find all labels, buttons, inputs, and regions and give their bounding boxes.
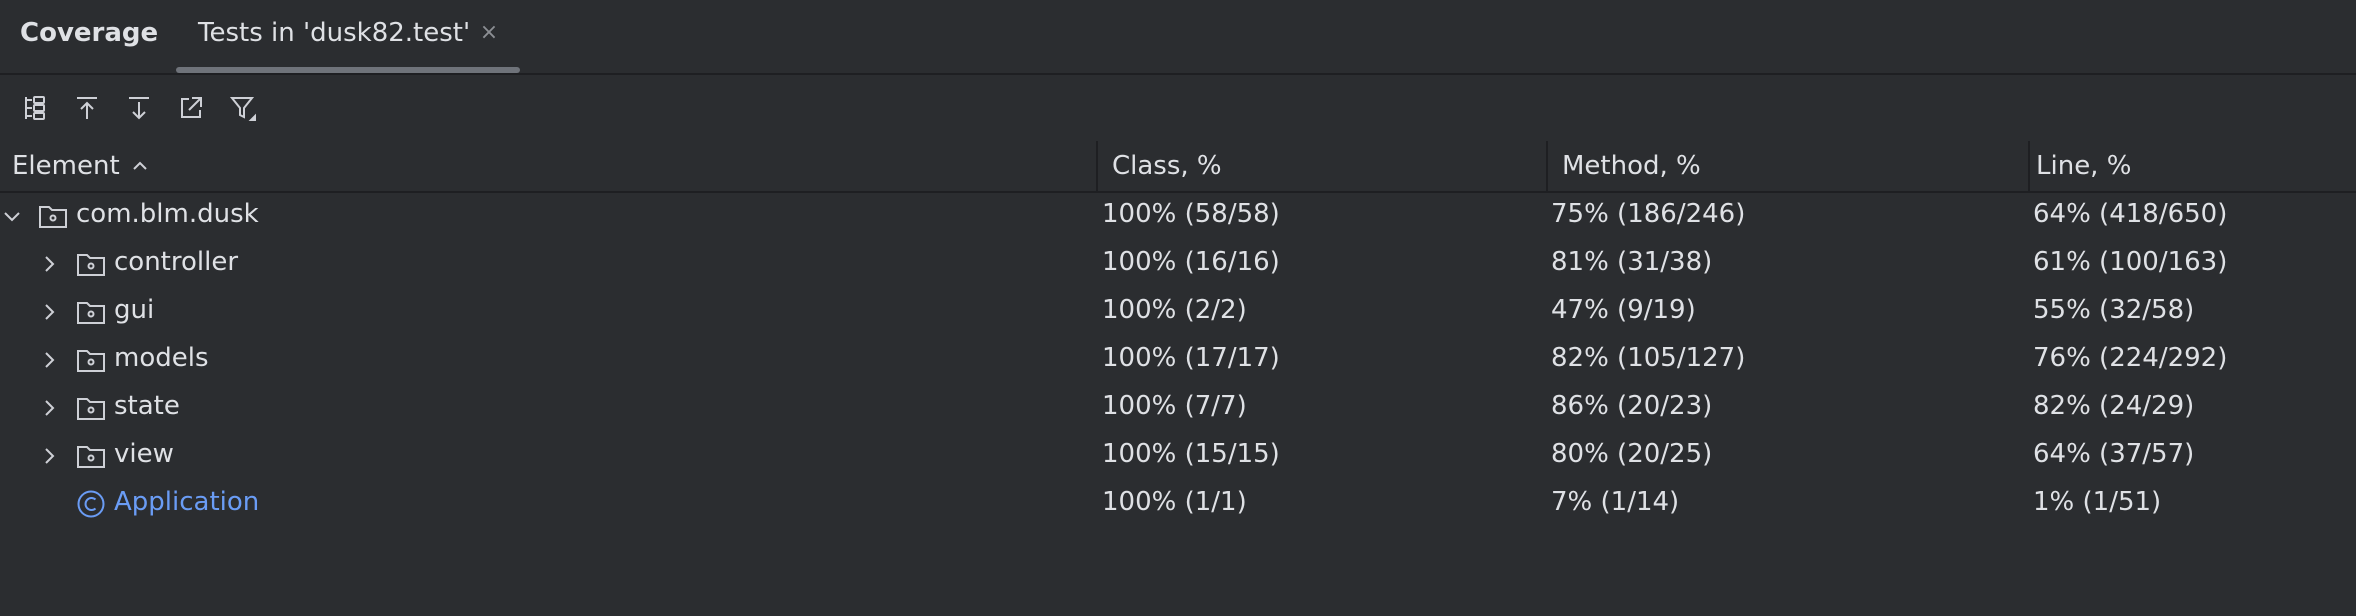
class-coverage: 100% (1/1) — [1102, 487, 1247, 517]
table-row[interactable]: Application 100% (1/1) 7% (1/14) 1% (1/5… — [0, 480, 2356, 528]
package-folder-icon — [77, 350, 105, 372]
chevron-right-icon[interactable] — [37, 348, 61, 372]
element-name: models — [114, 343, 209, 373]
table-row[interactable]: controller 100% (16/16) 81% (31/38) 61% … — [0, 240, 2356, 288]
table-row[interactable]: view 100% (15/15) 80% (20/25) 64% (37/57… — [0, 432, 2356, 480]
table-row[interactable]: gui 100% (2/2) 47% (9/19) 55% (32/58) — [0, 288, 2356, 336]
package-folder-icon — [77, 302, 105, 324]
chevron-right-icon[interactable] — [37, 252, 61, 276]
column-header-label: Line, % — [2036, 151, 2132, 181]
coverage-toolbar — [0, 75, 2356, 141]
element-name: com.blm.dusk — [76, 199, 259, 229]
class-coverage: 100% (7/7) — [1102, 391, 1247, 421]
navigate-up-button[interactable] — [70, 91, 104, 125]
method-coverage: 47% (9/19) — [1551, 295, 1696, 325]
navigate-down-icon — [129, 97, 149, 120]
column-divider[interactable] — [1096, 141, 1098, 191]
element-name: state — [114, 391, 180, 421]
method-coverage: 7% (1/14) — [1551, 487, 1680, 517]
table-row[interactable]: com.blm.dusk 100% (58/58) 75% (186/246) … — [0, 192, 2356, 240]
column-divider[interactable] — [2028, 141, 2030, 191]
filter-icon — [229, 97, 256, 121]
tool-window-title[interactable]: Coverage — [20, 18, 158, 48]
line-coverage: 64% (37/57) — [2033, 439, 2195, 469]
column-header-line[interactable]: Line, % — [2036, 141, 2131, 191]
line-coverage: 64% (418/650) — [2033, 199, 2228, 229]
element-name: view — [114, 439, 174, 469]
tool-window-tabbar: Coverage Tests in 'dusk82.test' × — [0, 0, 2356, 75]
line-coverage: 1% (1/51) — [2033, 487, 2162, 517]
element-name-link[interactable]: Application — [114, 487, 259, 517]
method-coverage: 75% (186/246) — [1551, 199, 1746, 229]
table-row[interactable]: models 100% (17/17) 82% (105/127) 76% (2… — [0, 336, 2356, 384]
table-header: Element Class, % Method, % Line, % — [0, 141, 2356, 193]
sort-ascending-icon — [132, 161, 147, 170]
open-external-icon — [181, 97, 202, 118]
column-header-class[interactable]: Class, % — [1112, 141, 1222, 191]
flatten-packages-button[interactable] — [18, 91, 52, 125]
line-coverage: 55% (32/58) — [2033, 295, 2195, 325]
class-coverage: 100% (16/16) — [1102, 247, 1280, 277]
class-coverage: 100% (15/15) — [1102, 439, 1280, 469]
method-coverage: 80% (20/25) — [1551, 439, 1713, 469]
element-name: gui — [114, 295, 155, 325]
column-header-label: Class, % — [1112, 151, 1222, 181]
method-coverage: 81% (31/38) — [1551, 247, 1713, 277]
column-header-method[interactable]: Method, % — [1562, 141, 1701, 191]
active-tab-indicator — [176, 67, 520, 73]
class-coverage: 100% (17/17) — [1102, 343, 1280, 373]
column-header-element[interactable]: Element — [12, 141, 150, 191]
class-coverage: 100% (2/2) — [1102, 295, 1247, 325]
package-folder-icon — [39, 206, 67, 228]
coverage-tree-table: com.blm.dusk 100% (58/58) 75% (186/246) … — [0, 192, 2356, 528]
chevron-right-icon[interactable] — [37, 300, 61, 324]
open-external-button[interactable] — [174, 91, 208, 125]
navigate-up-icon — [77, 97, 97, 119]
column-header-label: Element — [12, 151, 120, 181]
line-coverage: 61% (100/163) — [2033, 247, 2228, 277]
tab-tests[interactable]: Tests in 'dusk82.test' × — [176, 0, 520, 73]
table-row[interactable]: state 100% (7/7) 86% (20/23) 82% (24/29) — [0, 384, 2356, 432]
tab-label: Tests in 'dusk82.test' — [198, 18, 471, 48]
method-coverage: 82% (105/127) — [1551, 343, 1746, 373]
filter-button[interactable] — [226, 91, 260, 125]
package-folder-icon — [77, 254, 105, 276]
package-folder-icon — [77, 398, 105, 420]
chevron-right-icon[interactable] — [37, 396, 61, 420]
class-coverage: 100% (58/58) — [1102, 199, 1280, 229]
flatten-packages-icon — [25, 96, 45, 120]
line-coverage: 76% (224/292) — [2033, 343, 2228, 373]
package-folder-icon — [77, 446, 105, 468]
navigate-down-button[interactable] — [122, 91, 156, 125]
column-header-label: Method, % — [1562, 151, 1701, 181]
chevron-right-icon[interactable] — [37, 444, 61, 468]
element-name: controller — [114, 247, 239, 277]
chevron-down-icon[interactable] — [0, 204, 24, 228]
line-coverage: 82% (24/29) — [2033, 391, 2195, 421]
class-icon — [77, 490, 105, 518]
method-coverage: 86% (20/23) — [1551, 391, 1713, 421]
column-divider[interactable] — [1546, 141, 1548, 191]
close-icon[interactable]: × — [478, 22, 500, 44]
